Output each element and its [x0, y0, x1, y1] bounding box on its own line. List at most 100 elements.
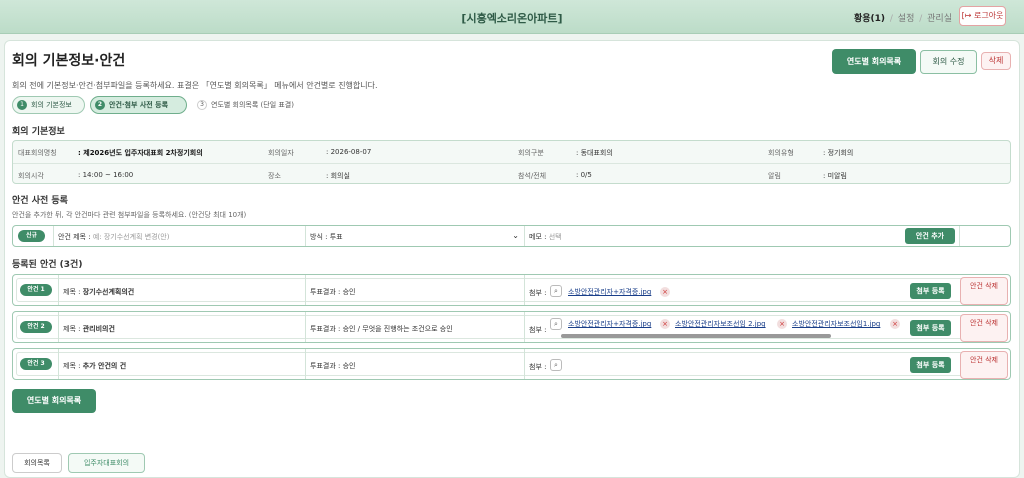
attachment-link[interactable]: 소방안전관리자+자격증.jpg — [568, 319, 651, 329]
info-value: : 동대표회의 — [576, 149, 613, 157]
attachments-scrollbar[interactable] — [561, 334, 831, 338]
info-value: : 2026-08-07 — [326, 148, 372, 156]
edit-meeting-button[interactable]: 회의 수정 — [920, 50, 977, 74]
search-icon[interactable]: ⌕ — [550, 318, 562, 330]
yearly-list-bottom-button[interactable]: 연도별 회의목록 — [12, 389, 96, 413]
meeting-list-button[interactable]: 회의목록 — [12, 453, 62, 473]
attachment-link[interactable]: 소방안전관리자보조선임 2.jpg — [675, 319, 766, 329]
step-3[interactable]: 3 연도별 회의목록 (단일 표결) — [192, 96, 316, 114]
agenda-row: 안건 1 제목 : 장기수선계획의건 투표결과 : 승인 첨부 : ⌕ 소방안전… — [12, 274, 1011, 306]
step-number: 2 — [95, 100, 105, 110]
agenda-title-field[interactable]: 안건 제목 : 예: 장기수선계획 변경(안) — [58, 232, 169, 242]
attach-button[interactable]: 첨부 등록 — [910, 357, 951, 373]
remove-file-icon[interactable]: × — [890, 319, 900, 329]
info-label: 참석/전체 — [518, 172, 547, 180]
step-2[interactable]: 2 안건·첨부 사전 등록 — [90, 96, 187, 114]
agenda-row: 안건 2 제목 : 관리비의건 투표결과 : 승인 / 무엇을 진행하는 조건으… — [12, 311, 1011, 343]
top-nav: 황용(1) / 설정 / 관리실 — [854, 11, 952, 24]
info-row: 대표회의명칭 : 제2026년도 입주자대표회 2차정기회의 회의일자 : 20… — [13, 141, 1010, 163]
search-icon[interactable]: ⌕ — [550, 285, 562, 297]
agenda-row: 안건 3 제목 : 추가 안건의 건 투표결과 : 승인 첨부 : ⌕ 첨부 등… — [12, 348, 1011, 380]
info-value: : 제2026년도 입주자대표회 2차정기회의 — [78, 149, 203, 157]
method-value: 투표 — [329, 233, 343, 241]
vote-result: 투표결과 : 승인 — [310, 362, 356, 370]
delete-agenda-button[interactable]: 안건 삭제 — [960, 351, 1008, 379]
divider — [959, 226, 960, 246]
basic-info-table: 대표회의명칭 : 제2026년도 입주자대표회 2차정기회의 회의일자 : 20… — [12, 140, 1011, 184]
page-description: 회의 전에 기본정보·안건·첨부파일을 등록하세요. 표결은 「연도별 회의목록… — [12, 81, 378, 90]
new-badge: 신규 — [18, 230, 45, 242]
divider — [305, 275, 306, 305]
field-label: 메모 : — [529, 233, 547, 241]
agenda-title: 제목 : 관리비의건 — [63, 325, 115, 333]
memo-placeholder: 선택 — [548, 233, 562, 241]
logout-button[interactable]: [↦ 로그아웃 — [959, 6, 1006, 26]
agenda-row-inner — [16, 352, 1007, 376]
info-value: : 미알림 — [823, 172, 847, 180]
user-name: 황용(1) — [853, 14, 885, 24]
info-label: 회의시각 — [18, 172, 44, 180]
attach-label: 첨부 : — [529, 289, 547, 297]
logout-label: 로그아웃 — [973, 11, 1004, 20]
divider — [305, 349, 306, 379]
remove-file-icon[interactable]: × — [777, 319, 787, 329]
remove-file-icon[interactable]: × — [660, 287, 670, 297]
admin-link[interactable]: 관리실 — [927, 14, 952, 24]
council-button[interactable]: 입주자대표회의 — [68, 453, 145, 473]
step-1[interactable]: 1 회의 기본정보 — [12, 96, 85, 114]
chevron-down-icon: ⌄ — [512, 231, 519, 240]
info-row: 회의시각 : 14:00 ~ 16:00 장소 : 회의실 참석/전체 : 0/… — [13, 163, 1010, 185]
divider — [524, 312, 525, 342]
info-label: 장소 — [268, 172, 281, 180]
yearly-list-button[interactable]: 연도별 회의목록 — [832, 49, 916, 74]
info-value: : 회의실 — [326, 172, 350, 180]
agenda-title: 제목 : 장기수선계획의건 — [63, 288, 135, 296]
divider — [305, 312, 306, 342]
new-agenda-form: 신규 안건 제목 : 예: 장기수선계획 변경(안) 방식 : 투표 ⌄ 메모 :… — [12, 225, 1011, 247]
step-label: 회의 기본정보 — [31, 101, 72, 109]
vote-result: 투표결과 : 승인 — [310, 288, 356, 296]
add-agenda-button[interactable]: 안건 추가 — [905, 228, 955, 244]
divider — [58, 275, 59, 305]
agenda-title: 제목 : 추가 안건의 건 — [63, 362, 127, 370]
info-label: 알림 — [768, 172, 781, 180]
nav-separator: / — [889, 14, 893, 24]
delete-meeting-button[interactable]: 삭제 — [981, 52, 1011, 70]
method-select[interactable]: 방식 : 투표 ⌄ — [310, 231, 519, 242]
agenda-badge: 안건 3 — [20, 358, 52, 370]
divider — [305, 226, 306, 246]
step-label: 연도별 회의목록 (단일 표결) — [211, 101, 294, 109]
registered-heading: 등록된 안건 (3건) — [12, 260, 83, 270]
info-value: : 14:00 ~ 16:00 — [78, 171, 134, 179]
delete-agenda-button[interactable]: 안건 삭제 — [960, 277, 1008, 305]
memo-field[interactable]: 메모 : 선택 — [529, 232, 562, 242]
logout-icon: [↦ — [961, 11, 972, 20]
info-value: : 정기회의 — [823, 149, 854, 157]
attachment-link[interactable]: 소방안전관리자+자격증.jpg — [568, 287, 651, 297]
divider — [524, 275, 525, 305]
settings-link[interactable]: 설정 — [898, 14, 915, 24]
agenda-row-inner — [16, 278, 1007, 302]
vote-result: 투표결과 : 승인 / 무엇을 진행하는 조건으로 승인 — [310, 325, 453, 333]
field-label: 방식 : — [310, 233, 328, 241]
attach-label: 첨부 : — [529, 363, 547, 371]
page-title: 회의 기본정보·안건 — [12, 53, 126, 69]
agenda-badge: 안건 2 — [20, 321, 52, 333]
main-card: 회의 기본정보·안건 연도별 회의목록 회의 수정 삭제 회의 전에 기본정보·… — [4, 40, 1020, 478]
info-value: : 0/5 — [576, 171, 592, 179]
attach-button[interactable]: 첨부 등록 — [910, 320, 951, 336]
field-label: 안건 제목 : — [58, 233, 91, 241]
remove-file-icon[interactable]: × — [660, 319, 670, 329]
divider — [58, 349, 59, 379]
attachment-link[interactable]: 소방안전관리자보조선임1.jpg — [792, 319, 880, 329]
delete-agenda-button[interactable]: 안건 삭제 — [960, 314, 1008, 342]
agenda-badge: 안건 1 — [20, 284, 52, 296]
attach-button[interactable]: 첨부 등록 — [910, 283, 951, 299]
step-number: 1 — [17, 100, 27, 110]
nav-separator: / — [919, 14, 923, 24]
divider — [524, 226, 525, 246]
top-header: [시흥엑소리온아파트] 황용(1) / 설정 / 관리실 [↦ 로그아웃 — [0, 0, 1024, 34]
step-label: 안건·첨부 사전 등록 — [109, 101, 169, 109]
info-label: 회의유형 — [768, 149, 794, 157]
search-icon[interactable]: ⌕ — [550, 359, 562, 371]
